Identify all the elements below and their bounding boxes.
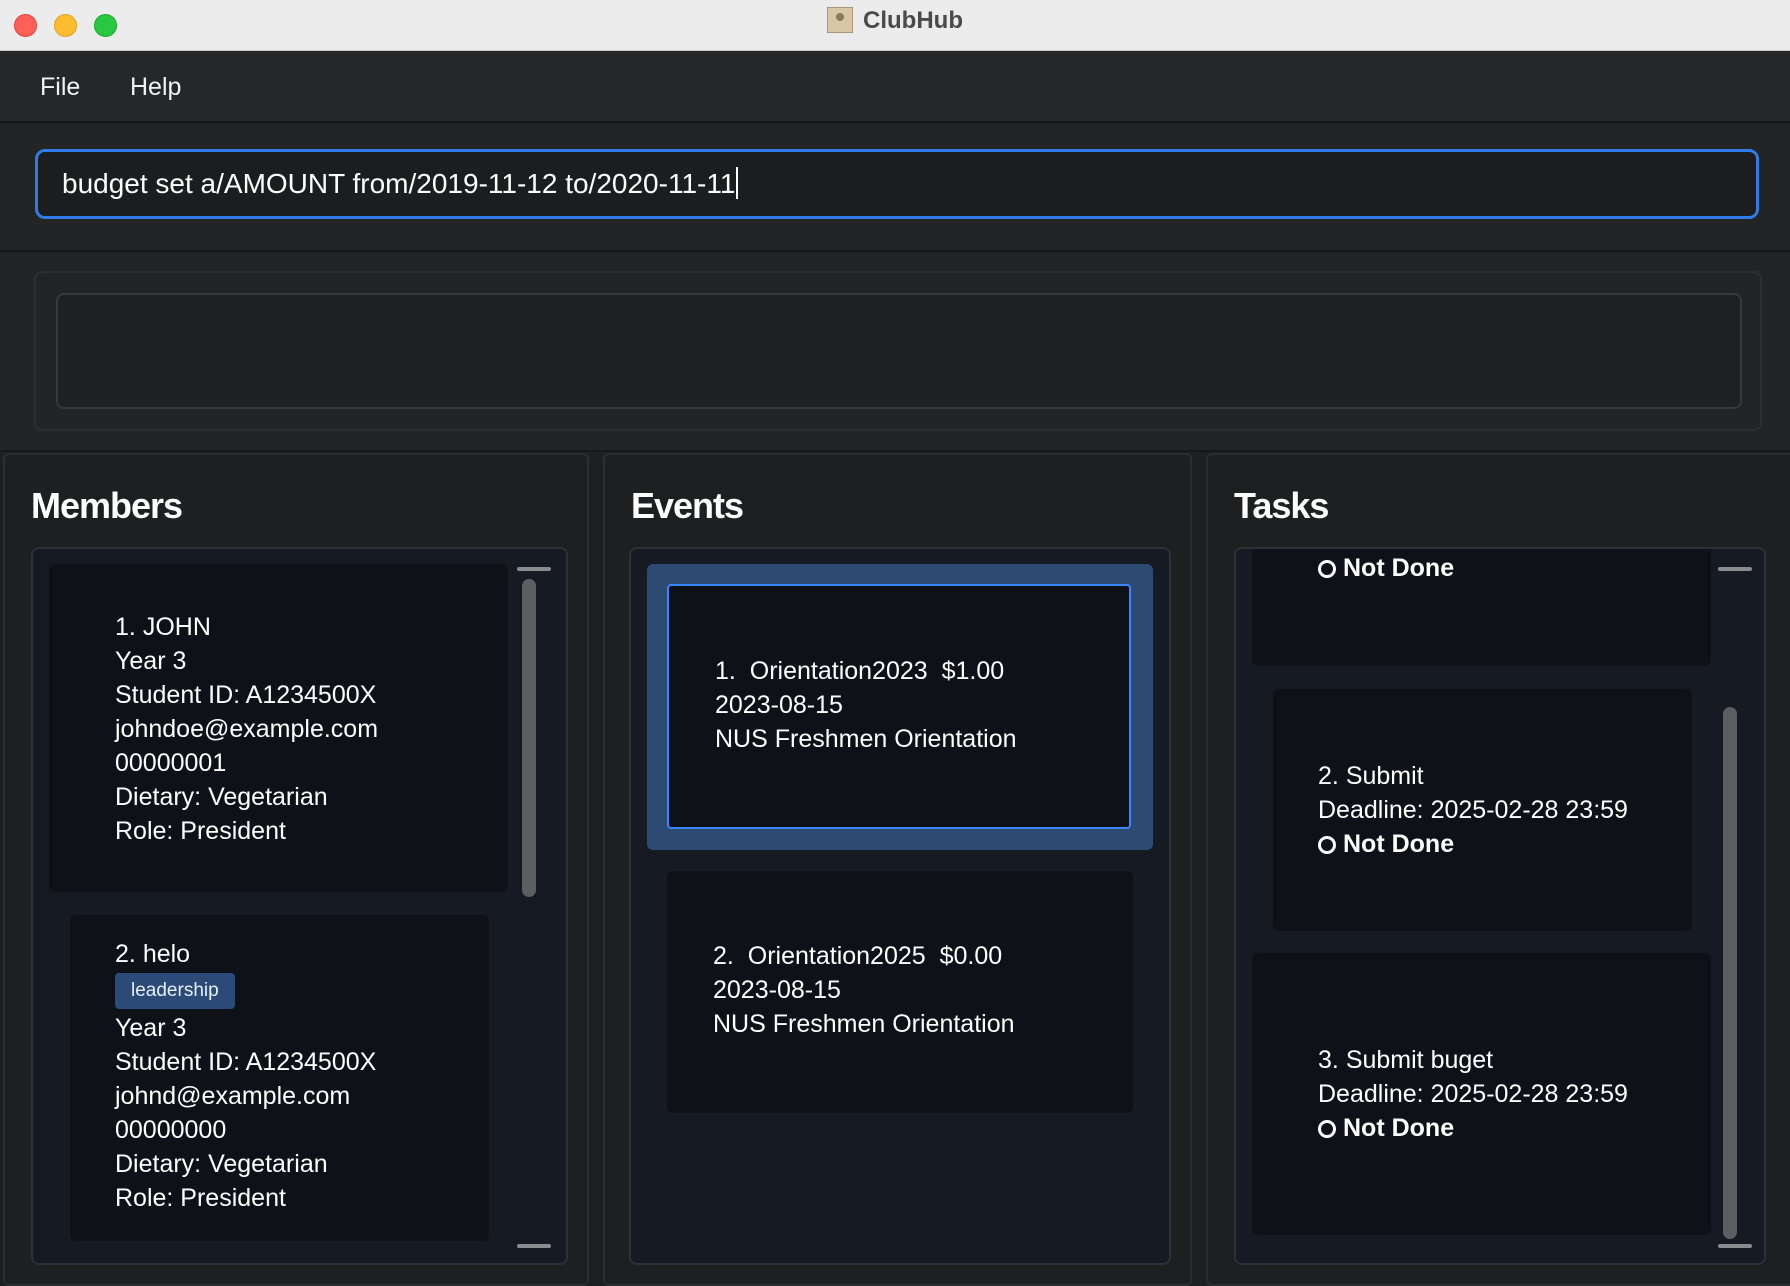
events-list[interactable]: 1. Orientation2023 $1.00 2023-08-15 NUS … (629, 547, 1171, 1265)
window-titlebar: ClubHub (0, 0, 1790, 51)
window-title-text: ClubHub (863, 7, 963, 34)
event-index: 2. (713, 942, 734, 970)
members-scroll-thumb[interactable] (522, 579, 536, 897)
member-year: Year 3 (115, 647, 187, 675)
member-email: johnd@example.com (115, 1082, 351, 1110)
status-circle-icon (1318, 1120, 1336, 1138)
member-card-2[interactable]: 2. helo leadership Year 3 Student ID: A1… (70, 915, 489, 1241)
result-display (56, 293, 1742, 409)
members-panel: Members 1. JOHN Year 3 Student ID: A1234… (3, 453, 589, 1286)
event-amount: $1.00 (941, 657, 1005, 685)
tasks-title: Tasks (1234, 485, 1329, 526)
task-deadline: Deadline: 2025-02-28 23:59 (1318, 1080, 1628, 1108)
task-index: 2. (1318, 762, 1339, 790)
menu-bar: File Help (0, 51, 1790, 123)
member-phone: 00000000 (115, 1116, 227, 1144)
member-index: 1. (115, 613, 136, 641)
member-dietary: Dietary: Vegetarian (115, 1150, 328, 1178)
task-name: Submit buget (1345, 1046, 1494, 1074)
event-date: 2023-08-15 (713, 976, 841, 1004)
members-scrollbar[interactable] (517, 567, 551, 1251)
scroll-up-arrow[interactable] (1718, 567, 1752, 571)
event-card-1-selected[interactable]: 1. Orientation2023 $1.00 2023-08-15 NUS … (647, 564, 1153, 850)
menu-file[interactable]: File (40, 51, 80, 121)
text-caret (736, 167, 739, 199)
task-name: Submit (1345, 762, 1424, 790)
member-tag: leadership (115, 973, 235, 1009)
member-dietary: Dietary: Vegetarian (115, 783, 328, 811)
scroll-up-arrow[interactable] (517, 567, 551, 571)
events-panel: Events 1. Orientation2023 $1.00 2023-08-… (603, 453, 1192, 1286)
event-description: NUS Freshmen Orientation (715, 725, 1017, 753)
event-name: Orientation2025 (747, 942, 926, 970)
task-card-3[interactable]: 3. Submit buget Deadline: 2025-02-28 23:… (1252, 953, 1711, 1235)
scroll-down-arrow[interactable] (517, 1244, 551, 1248)
event-description: NUS Freshmen Orientation (713, 1010, 1015, 1038)
member-role: Role: President (115, 817, 286, 845)
tasks-scroll-thumb[interactable] (1723, 707, 1737, 1239)
member-name: helo (142, 940, 191, 968)
task-status: Not Done (1343, 1114, 1455, 1142)
tasks-list[interactable]: Not Done 2. Submit Deadline: 2025-02-28 … (1234, 547, 1766, 1265)
members-list[interactable]: 1. JOHN Year 3 Student ID: A1234500X joh… (31, 547, 568, 1265)
task-card-1[interactable]: Not Done (1252, 549, 1711, 666)
result-display-frame (34, 271, 1762, 431)
event-card-2[interactable]: 2. Orientation2025 $0.00 2023-08-15 NUS … (667, 871, 1133, 1113)
member-index: 2. (115, 940, 136, 968)
member-phone: 00000001 (115, 749, 227, 777)
task-card-2[interactable]: 2. Submit Deadline: 2025-02-28 23:59 Not… (1273, 689, 1692, 931)
result-display-section (0, 253, 1790, 452)
members-title: Members (31, 485, 183, 526)
command-input[interactable]: budget set a/AMOUNT from/2019-11-12 to/2… (35, 149, 1759, 219)
tasks-panel: Tasks Not Done 2. Submit Deadline: 2025-… (1206, 453, 1790, 1286)
event-amount: $0.00 (939, 942, 1003, 970)
command-box-section: budget set a/AMOUNT from/2019-11-12 to/2… (0, 124, 1790, 252)
member-card-1[interactable]: 1. JOHN Year 3 Student ID: A1234500X joh… (49, 564, 508, 892)
command-input-text: budget set a/AMOUNT from/2019-11-12 to/2… (62, 168, 736, 199)
events-title: Events (631, 485, 744, 526)
event-index: 1. (715, 657, 736, 685)
task-status: Not Done (1343, 830, 1455, 858)
tasks-scrollbar[interactable] (1718, 567, 1752, 1251)
event-date: 2023-08-15 (715, 691, 843, 719)
task-index: 3. (1318, 1046, 1339, 1074)
status-circle-icon (1318, 836, 1336, 854)
status-circle-icon (1318, 560, 1336, 578)
member-student-id: Student ID: A1234500X (115, 1048, 377, 1076)
event-card-1-focus[interactable]: 1. Orientation2023 $1.00 2023-08-15 NUS … (667, 584, 1131, 829)
member-email: johndoe@example.com (115, 715, 379, 743)
window-title: ClubHub (0, 0, 1790, 42)
member-name: JOHN (142, 613, 211, 641)
address-book-icon (827, 7, 853, 33)
member-year: Year 3 (115, 1014, 187, 1042)
task-deadline: Deadline: 2025-02-28 23:59 (1318, 796, 1628, 824)
member-student-id: Student ID: A1234500X (115, 681, 377, 709)
menu-help[interactable]: Help (130, 51, 181, 121)
scroll-down-arrow[interactable] (1718, 1244, 1752, 1248)
task-status: Not Done (1343, 554, 1455, 582)
member-role: Role: President (115, 1184, 286, 1212)
event-name: Orientation2023 (749, 657, 928, 685)
